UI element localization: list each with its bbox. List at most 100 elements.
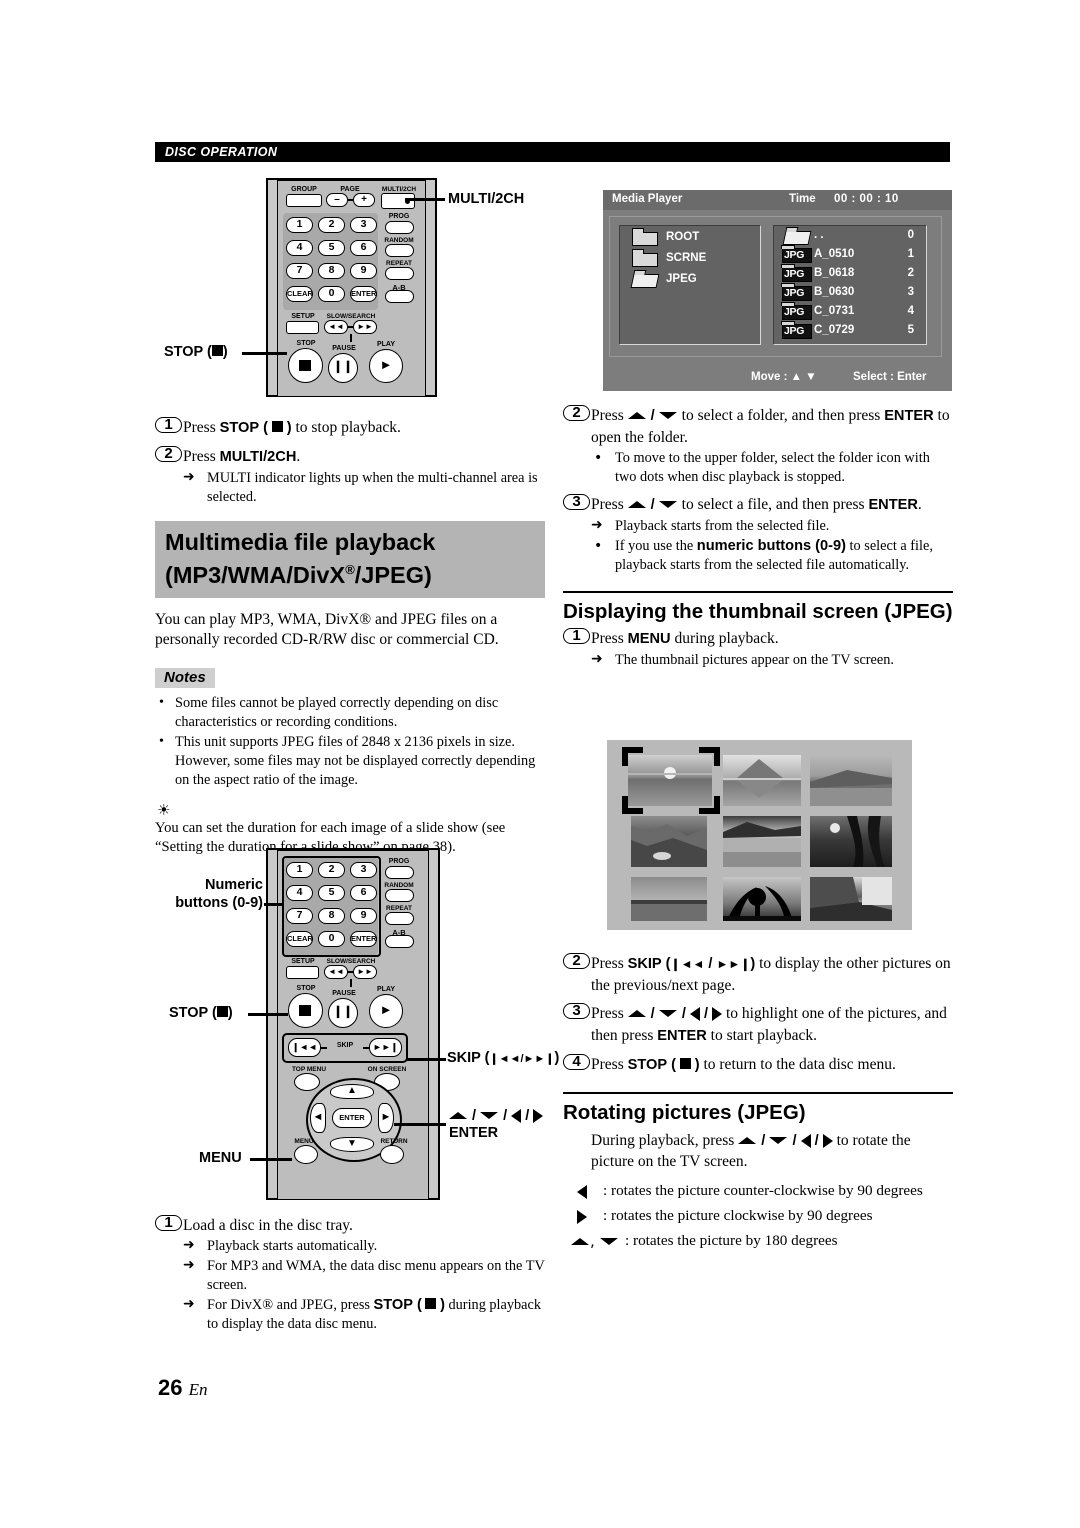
heading-rotating-pictures: Rotating pictures (JPEG) [563,1101,806,1124]
button-zero[interactable]: 0 [318,286,345,302]
button-setup[interactable] [286,321,319,334]
file-row[interactable]: JPG C_0731 4 [778,302,926,321]
step-select-folder: 2 Press / to select a folder, and then p… [563,405,953,448]
button-num-5[interactable]: 5 [318,240,345,256]
thumbnail-cell[interactable] [628,755,712,806]
step-number: 3 [563,1003,590,1019]
jpg-file-icon: JPG [781,302,812,320]
button-prog[interactable] [385,866,414,879]
step-bold-multi2ch: MULTI/2CH [219,449,297,465]
folder-row[interactable]: ROOT [626,228,760,247]
file-index: 0 [907,229,914,241]
osd-title-label: Media Player [612,193,683,205]
file-row[interactable]: JPG B_0630 3 [778,283,926,302]
callout-line-stop-bottom [248,1013,288,1016]
pause-glyph-icon: ❙❙ [332,359,354,373]
button-ab[interactable] [385,290,414,303]
thumbnail-cell[interactable] [810,816,892,867]
step-note-multi: ➜ MULTI indicator lights up when the mul… [183,469,545,507]
folder-row[interactable]: SCRNE [626,249,760,268]
button-num-4[interactable]: 4 [286,240,313,256]
step-number: 1 [155,1215,182,1231]
thumbnail-cell[interactable] [723,816,801,867]
button-prog[interactable] [385,221,414,234]
arrow-result-icon: ➜ [591,517,603,533]
button-setup[interactable] [286,966,319,979]
button-num-4[interactable]: 4 [286,885,313,901]
stop-square-icon [216,1006,228,1017]
step-bold-menu: MENU [627,631,671,647]
button-random[interactable] [385,889,414,902]
button-num-3[interactable]: 3 [350,862,377,878]
file-row[interactable]: JPG C_0729 5 [778,321,926,340]
button-clear[interactable]: CLEAR [286,931,313,947]
label-prog: PROG [388,858,410,865]
step-text-c: to start playback. [706,1027,817,1044]
file-row[interactable]: JPG A_0510 1 [778,245,926,264]
step-number: 2 [563,953,590,969]
button-num-9[interactable]: 9 [350,263,377,279]
button-num-2[interactable]: 2 [318,217,345,233]
callout-stop-top-post: ) [222,344,228,360]
button-top-menu[interactable] [294,1073,320,1091]
notes-label: Notes [155,667,215,688]
button-clear[interactable]: CLEAR [286,286,313,302]
arrow-result-icon: ➜ [183,469,195,485]
folder-row[interactable]: JPEG [626,272,760,289]
button-num-7[interactable]: 7 [286,908,313,924]
section-header-label: DISC OPERATION [165,145,278,159]
paren-open: ( [671,1057,676,1073]
button-menu[interactable] [294,1145,318,1164]
button-return[interactable] [380,1145,404,1164]
file-label: B_0618 [814,267,855,279]
osd-time-value: 00 : 00 : 10 [834,193,899,205]
thumbnail-cell[interactable] [631,816,707,867]
button-num-6[interactable]: 6 [350,885,377,901]
button-num-5[interactable]: 5 [318,885,345,901]
button-repeat[interactable] [385,912,414,925]
button-group[interactable] [286,194,322,207]
left-column-lower: 1 Load a disc in the disc tray. ➜ Playba… [155,1208,545,1334]
button-enter-keypad[interactable]: ENTER [350,931,377,947]
button-num-2[interactable]: 2 [318,862,345,878]
thumbnail-cell[interactable] [723,755,801,806]
jpg-file-type: JPG [784,249,805,261]
jpg-file-type: JPG [784,287,805,299]
arrow-up-icon [738,1135,757,1146]
button-num-6[interactable]: 6 [350,240,377,256]
button-num-7[interactable]: 7 [286,263,313,279]
button-ab[interactable] [385,935,414,948]
paren-open: ( [263,420,268,436]
button-enter-keypad[interactable]: ENTER [350,286,377,302]
button-random[interactable] [385,244,414,257]
manual-page: DISC OPERATION GROUP PAGE – + MULTI/2CH … [0,0,1080,1528]
button-num-3[interactable]: 3 [350,217,377,233]
button-num-1[interactable]: 1 [286,217,313,233]
thumbnail-cell[interactable] [810,755,892,806]
button-zero[interactable]: 0 [318,931,345,947]
note-text: This unit supports JPEG files of 2848 x … [175,733,536,788]
thumbnail-cell[interactable] [631,877,707,921]
thumbnail-cell[interactable] [723,877,801,921]
thumbnail-cell[interactable] [810,877,892,921]
file-label: C_0731 [814,305,855,317]
button-num-1[interactable]: 1 [286,862,313,878]
button-num-8[interactable]: 8 [318,263,345,279]
label-slow-search: SLOW/SEARCH [326,958,376,965]
icon-rewind: ◄◄ [328,322,344,331]
callout-stop-bottom-pre: STOP ( [169,1005,217,1021]
step-text-c: to select a file, and then press [677,496,869,513]
stop-glyph-icon [299,1005,311,1016]
label-page-plus: + [361,194,367,205]
button-num-8[interactable]: 8 [318,908,345,924]
button-num-9[interactable]: 9 [350,908,377,924]
file-row[interactable]: JPG B_0618 2 [778,264,926,283]
file-label: A_0510 [814,248,855,260]
arrow-right-icon [712,1007,723,1021]
file-row[interactable]: . . 0 [778,228,926,245]
play-glyph-icon: ► [379,357,393,372]
callout-numeric-buttons: Numeric buttons (0-9) [163,876,263,912]
button-repeat[interactable] [385,267,414,280]
callout-menu: MENU [199,1150,242,1166]
thumbnail-grid-svg [622,747,892,921]
